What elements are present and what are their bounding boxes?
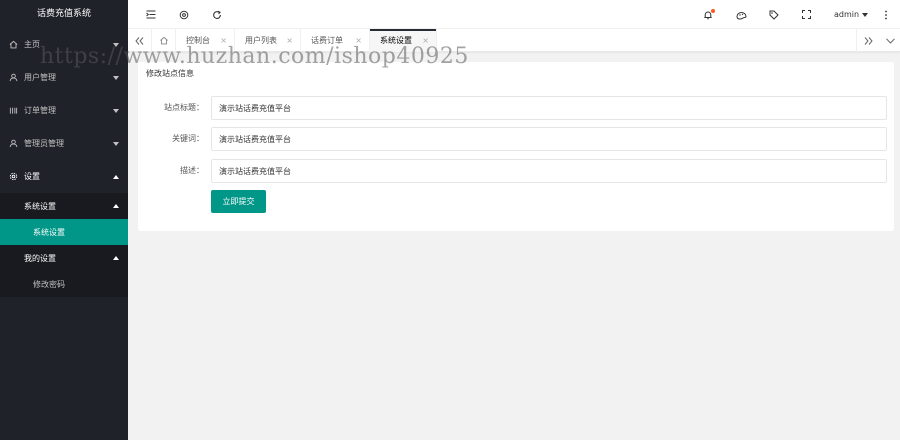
tab-label: 系统设置 [380,36,412,45]
form-row-description: 描述： [138,159,894,183]
chevron-down-icon [113,42,119,47]
sidebar-item-settings[interactable]: 设置 [0,160,128,193]
sidebar: 话费充值系统 主页 用户管理 订单管理 管理员管理 设置 系统设置 系统设置 我… [0,0,128,440]
tabs-scroll-right-icon[interactable] [856,29,880,52]
tab-system-settings[interactable]: 系统设置 × [370,29,437,52]
chevron-down-icon [113,75,119,80]
tab-label: 用户列表 [245,36,277,45]
submit-button[interactable]: 立即提交 [211,190,266,213]
tab-label: 话费订单 [311,36,343,45]
close-icon[interactable]: × [220,36,227,45]
tabs-scroll-left-icon[interactable] [128,29,152,52]
tag-icon[interactable] [764,0,784,29]
card-title: 修改站点信息 [146,69,194,78]
site-title-input[interactable] [211,96,887,120]
close-icon[interactable]: × [286,36,293,45]
sidebar-item-label: 订单管理 [24,106,56,115]
sidebar-item-home[interactable]: 主页 [0,28,128,61]
user-icon [8,73,18,83]
chevron-down-icon [113,108,119,113]
tab-label: 控制台 [186,36,210,45]
submenu-item-system-settings[interactable]: 系统设置 [0,219,128,245]
chevron-down-icon [113,141,119,146]
submenu-my-settings[interactable]: 我的设置 [0,245,128,271]
sidebar-item-admins[interactable]: 管理员管理 [0,127,128,160]
more-icon[interactable] [876,0,896,29]
sidebar-item-orders[interactable]: 订单管理 [0,94,128,127]
caret-down-icon [862,12,869,17]
submenu-label: 系统设置 [24,201,56,211]
description-input[interactable] [211,159,887,183]
theme-icon[interactable] [731,0,751,29]
chevron-up-icon [113,174,119,179]
sidebar-item-label: 管理员管理 [24,139,64,148]
user-menu[interactable]: admin [834,0,869,29]
form-row-keywords: 关键词： [138,127,894,151]
close-icon[interactable]: × [422,36,429,45]
menu-fold-icon[interactable] [141,0,161,29]
tab-console[interactable]: 控制台 × [176,29,235,52]
globe-icon[interactable] [174,0,194,29]
refresh-icon[interactable] [207,0,227,29]
page-tabs: 控制台 × 用户列表 × 话费订单 × 系统设置 × [128,29,900,52]
bell-icon[interactable] [698,0,718,29]
submenu-label: 我的设置 [24,253,56,263]
sidebar-item-label: 用户管理 [24,73,56,82]
app-logo-title: 话费充值系统 [0,0,128,28]
chevron-up-icon [113,256,119,260]
field-label: 站点标题： [164,103,204,112]
order-icon [8,106,18,116]
sidebar-item-label: 设置 [24,172,40,181]
chevron-up-icon [113,204,119,208]
submenu-item-change-password[interactable]: 修改密码 [0,271,128,297]
close-icon[interactable]: × [355,36,362,45]
home-icon [8,40,18,50]
keywords-input[interactable] [211,127,887,151]
tab-recharge-orders[interactable]: 话费订单 × [301,29,370,52]
gear-icon [8,172,18,182]
sidebar-item-users[interactable]: 用户管理 [0,61,128,94]
sidebar-item-label: 主页 [24,40,40,49]
field-label: 描述： [180,166,204,175]
submenu-system-settings[interactable]: 系统设置 [0,193,128,219]
top-header: admin [128,0,900,29]
tab-home-icon[interactable] [152,29,176,52]
username: admin [834,10,860,19]
form-row-site-title: 站点标题： [138,96,894,120]
fullscreen-icon[interactable] [796,0,816,29]
tab-user-list[interactable]: 用户列表 × [235,29,301,52]
notification-badge [711,9,715,13]
field-label: 关键词： [172,134,204,143]
tabs-menu-chevron-down-icon[interactable] [880,29,900,52]
user-icon [8,139,18,149]
settings-submenu: 系统设置 系统设置 我的设置 修改密码 [0,193,128,297]
